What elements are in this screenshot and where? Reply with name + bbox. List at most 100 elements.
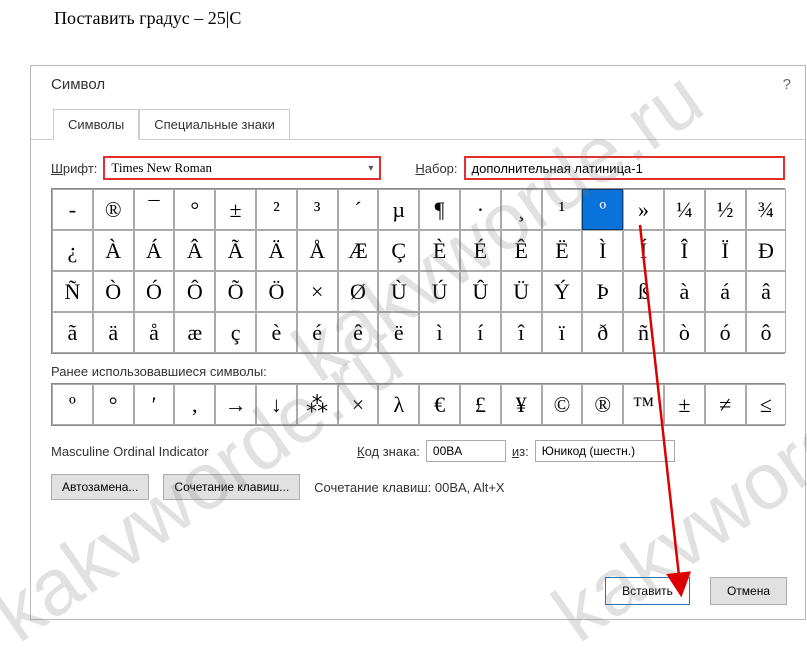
symbol-cell[interactable]: É [460, 230, 501, 271]
symbol-cell[interactable]: á [705, 271, 746, 312]
tab-special[interactable]: Специальные знаки [139, 109, 290, 140]
symbol-cell[interactable]: µ [378, 189, 419, 230]
symbol-cell[interactable]: ¹ [542, 189, 583, 230]
symbol-cell[interactable]: à [664, 271, 705, 312]
recent-cell[interactable]: × [338, 384, 379, 425]
recent-cell[interactable]: , [174, 384, 215, 425]
symbol-cell[interactable]: Ë [542, 230, 583, 271]
help-icon[interactable]: ? [783, 76, 791, 93]
set-select[interactable]: дополнительная латиница-1 [466, 158, 783, 178]
recent-cell[interactable]: λ [378, 384, 419, 425]
symbol-cell[interactable]: Õ [215, 271, 256, 312]
symbol-cell[interactable]: Ä [256, 230, 297, 271]
symbol-cell[interactable]: Â [174, 230, 215, 271]
symbol-cell[interactable]: æ [174, 312, 215, 353]
font-select[interactable]: Times New Roman ▾ [105, 158, 379, 178]
symbol-cell[interactable]: ¸ [501, 189, 542, 230]
recent-cell[interactable]: ↓ [256, 384, 297, 425]
symbol-cell[interactable]: Ó [134, 271, 175, 312]
symbol-cell[interactable]: Ï [705, 230, 746, 271]
recent-cell[interactable]: ≠ [705, 384, 746, 425]
symbol-cell[interactable]: - [52, 189, 93, 230]
recent-cell[interactable]: ≤ [746, 384, 787, 425]
symbol-cell[interactable]: ¼ [664, 189, 705, 230]
recent-cell[interactable]: → [215, 384, 256, 425]
symbol-grid[interactable]: -®¯°±²³´µ¶·¸¹º»¼½¾¿ÀÁÂÃÄÅÆÇÈÉÊËÌÍÎÏÐÑÒÓÔ… [51, 188, 785, 354]
symbol-cell[interactable]: Ô [174, 271, 215, 312]
recent-cell[interactable]: ® [582, 384, 623, 425]
code-input[interactable] [426, 440, 506, 462]
symbol-cell[interactable]: º [582, 189, 623, 230]
shortcut-button[interactable]: Сочетание клавиш... [163, 474, 300, 500]
tab-symbols[interactable]: Символы [53, 109, 139, 140]
symbol-cell[interactable]: Ç [378, 230, 419, 271]
symbol-cell[interactable]: Ì [582, 230, 623, 271]
symbol-cell[interactable]: Ø [338, 271, 379, 312]
symbol-cell[interactable]: Ñ [52, 271, 93, 312]
symbol-cell[interactable]: Æ [338, 230, 379, 271]
symbol-cell[interactable]: Û [460, 271, 501, 312]
symbol-cell[interactable]: Î [664, 230, 705, 271]
symbol-cell[interactable]: é [297, 312, 338, 353]
symbol-cell[interactable]: × [297, 271, 338, 312]
symbol-cell[interactable]: Ò [93, 271, 134, 312]
symbol-cell[interactable]: ® [93, 189, 134, 230]
symbol-cell[interactable]: · [460, 189, 501, 230]
recent-cell[interactable]: € [419, 384, 460, 425]
symbol-cell[interactable]: ß [623, 271, 664, 312]
symbol-cell[interactable]: ± [215, 189, 256, 230]
symbol-cell[interactable]: ¾ [746, 189, 787, 230]
recent-cell[interactable]: ™ [623, 384, 664, 425]
symbol-cell[interactable]: ° [174, 189, 215, 230]
recent-cell[interactable]: ° [93, 384, 134, 425]
symbol-cell[interactable]: â [746, 271, 787, 312]
symbol-cell[interactable]: ² [256, 189, 297, 230]
symbol-cell[interactable]: ô [746, 312, 787, 353]
symbol-cell[interactable]: ï [542, 312, 583, 353]
symbol-cell[interactable]: î [501, 312, 542, 353]
symbol-cell[interactable]: ê [338, 312, 379, 353]
symbol-cell[interactable]: ½ [705, 189, 746, 230]
symbol-cell[interactable]: Ð [746, 230, 787, 271]
autoreplace-button[interactable]: Автозамена... [51, 474, 149, 500]
symbol-cell[interactable]: ä [93, 312, 134, 353]
symbol-cell[interactable]: ì [419, 312, 460, 353]
symbol-cell[interactable]: » [623, 189, 664, 230]
recent-cell[interactable]: ⁂ [297, 384, 338, 425]
symbol-cell[interactable]: å [134, 312, 175, 353]
symbol-cell[interactable]: Í [623, 230, 664, 271]
symbol-cell[interactable]: ¯ [134, 189, 175, 230]
symbol-cell[interactable]: ¶ [419, 189, 460, 230]
recent-cell[interactable]: ¥ [501, 384, 542, 425]
symbol-cell[interactable]: Ö [256, 271, 297, 312]
symbol-cell[interactable]: ò [664, 312, 705, 353]
symbol-cell[interactable]: Ý [542, 271, 583, 312]
symbol-cell[interactable]: ð [582, 312, 623, 353]
recent-grid[interactable]: º°′,→↓⁂×λ€£¥©®™±≠≤ [51, 383, 785, 426]
recent-cell[interactable]: © [542, 384, 583, 425]
symbol-cell[interactable]: ñ [623, 312, 664, 353]
symbol-cell[interactable]: Á [134, 230, 175, 271]
symbol-cell[interactable]: Ã [215, 230, 256, 271]
symbol-cell[interactable]: Ú [419, 271, 460, 312]
recent-cell[interactable]: £ [460, 384, 501, 425]
recent-cell[interactable]: º [52, 384, 93, 425]
symbol-cell[interactable]: Þ [582, 271, 623, 312]
symbol-cell[interactable]: ã [52, 312, 93, 353]
symbol-cell[interactable]: ç [215, 312, 256, 353]
symbol-cell[interactable]: ë [378, 312, 419, 353]
symbol-cell[interactable]: ´ [338, 189, 379, 230]
symbol-cell[interactable]: Ü [501, 271, 542, 312]
symbol-cell[interactable]: È [419, 230, 460, 271]
symbol-cell[interactable]: ¿ [52, 230, 93, 271]
insert-button[interactable]: Вставить [605, 577, 690, 605]
cancel-button[interactable]: Отмена [710, 577, 787, 605]
symbol-cell[interactable]: Ù [378, 271, 419, 312]
symbol-cell[interactable]: Ê [501, 230, 542, 271]
symbol-cell[interactable]: ó [705, 312, 746, 353]
symbol-cell[interactable]: À [93, 230, 134, 271]
symbol-cell[interactable]: è [256, 312, 297, 353]
recent-cell[interactable]: ± [664, 384, 705, 425]
from-select[interactable]: Юникод (шестн.) [535, 440, 675, 462]
symbol-cell[interactable]: í [460, 312, 501, 353]
